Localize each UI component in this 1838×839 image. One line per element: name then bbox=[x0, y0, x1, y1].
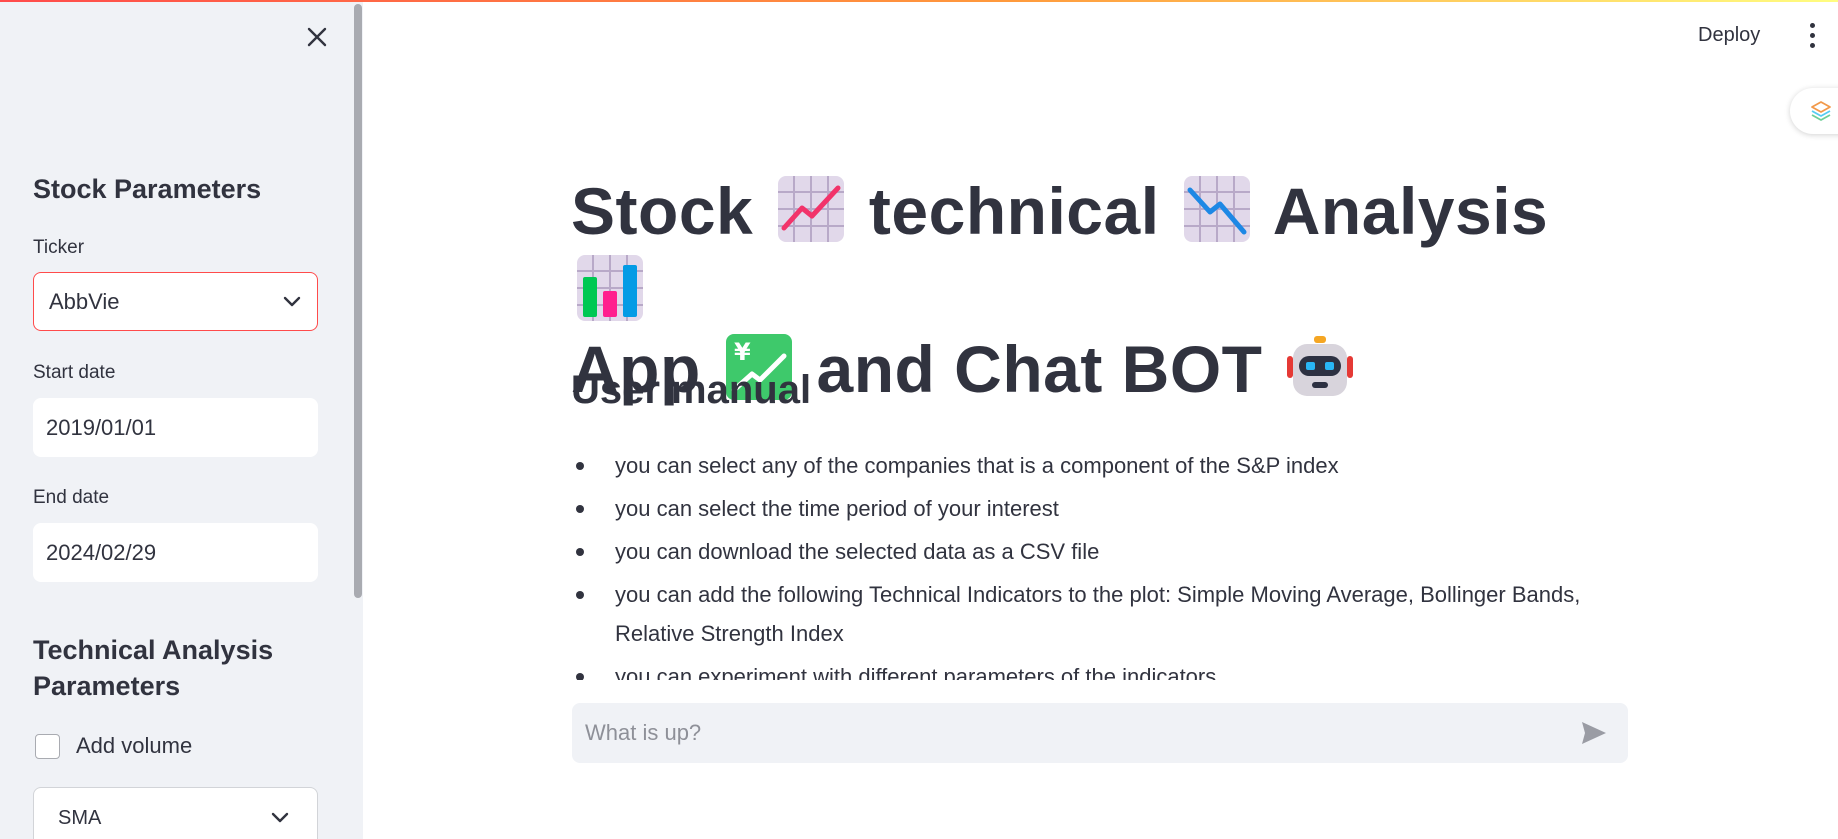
close-icon bbox=[307, 27, 327, 47]
list-item: you can select the time period of your i… bbox=[571, 489, 1631, 528]
title-word: Stock bbox=[571, 174, 754, 248]
chat-input[interactable] bbox=[585, 720, 1485, 746]
indicator-select-value: SMA bbox=[58, 806, 102, 829]
user-manual-heading: User manual bbox=[571, 368, 812, 412]
list-item: you can experiment with different parame… bbox=[571, 657, 1631, 680]
list-item: you can select any of the companies that… bbox=[571, 446, 1631, 485]
svg-text:¥: ¥ bbox=[734, 338, 751, 366]
layers-icon bbox=[1811, 101, 1831, 121]
chat-input-bar bbox=[572, 703, 1628, 763]
user-manual-list: you can select any of the companies that… bbox=[571, 446, 1631, 680]
title-word: technical bbox=[868, 174, 1160, 248]
ticker-select-value: AbbVie bbox=[49, 288, 120, 314]
chart-decreasing-icon bbox=[1184, 176, 1251, 242]
close-sidebar-button[interactable] bbox=[302, 22, 332, 52]
ticker-select[interactable]: AbbVie bbox=[33, 272, 318, 331]
ticker-label: Ticker bbox=[33, 237, 85, 258]
list-item: you can add the following Technical Indi… bbox=[571, 575, 1631, 653]
send-icon bbox=[1582, 722, 1606, 744]
add-volume-label: Add volume bbox=[76, 733, 193, 758]
robot-icon bbox=[1287, 336, 1354, 396]
kebab-dot bbox=[1809, 42, 1815, 48]
side-widget-button[interactable] bbox=[1790, 88, 1838, 134]
stock-parameters-heading: Stock Parameters bbox=[33, 174, 262, 204]
start-date-input[interactable]: 2019/01/01 bbox=[33, 398, 318, 457]
send-button[interactable] bbox=[1578, 717, 1610, 749]
start-date-label: Start date bbox=[33, 362, 116, 383]
chevron-down-icon bbox=[283, 296, 301, 306]
title-word: and Chat BOT bbox=[816, 332, 1263, 406]
title-word: Analysis bbox=[1272, 174, 1549, 248]
kebab-dot bbox=[1809, 32, 1815, 38]
chevron-down-icon bbox=[271, 812, 289, 823]
bar-chart-icon bbox=[577, 255, 643, 321]
list-item: you can download the selected data as a … bbox=[571, 532, 1631, 571]
sidebar-scrollbar[interactable] bbox=[354, 4, 362, 598]
deploy-button[interactable]: Deploy bbox=[1698, 20, 1760, 50]
top-decoration-bar bbox=[0, 0, 1838, 2]
chart-increasing-icon bbox=[778, 176, 845, 242]
sidebar: Stock Parameters Ticker AbbVie Start dat… bbox=[0, 0, 363, 839]
end-date-label: End date bbox=[33, 487, 110, 508]
indicator-select[interactable]: SMA bbox=[33, 787, 318, 839]
add-volume-checkbox[interactable] bbox=[35, 733, 60, 759]
kebab-dot bbox=[1809, 22, 1815, 28]
end-date-input[interactable]: 2024/02/29 bbox=[33, 523, 318, 582]
main-menu-button[interactable] bbox=[1800, 18, 1824, 52]
add-volume-checkbox-row[interactable]: Add volume bbox=[35, 733, 192, 759]
technical-analysis-parameters-heading: Technical Analysis Parameters bbox=[33, 635, 274, 701]
